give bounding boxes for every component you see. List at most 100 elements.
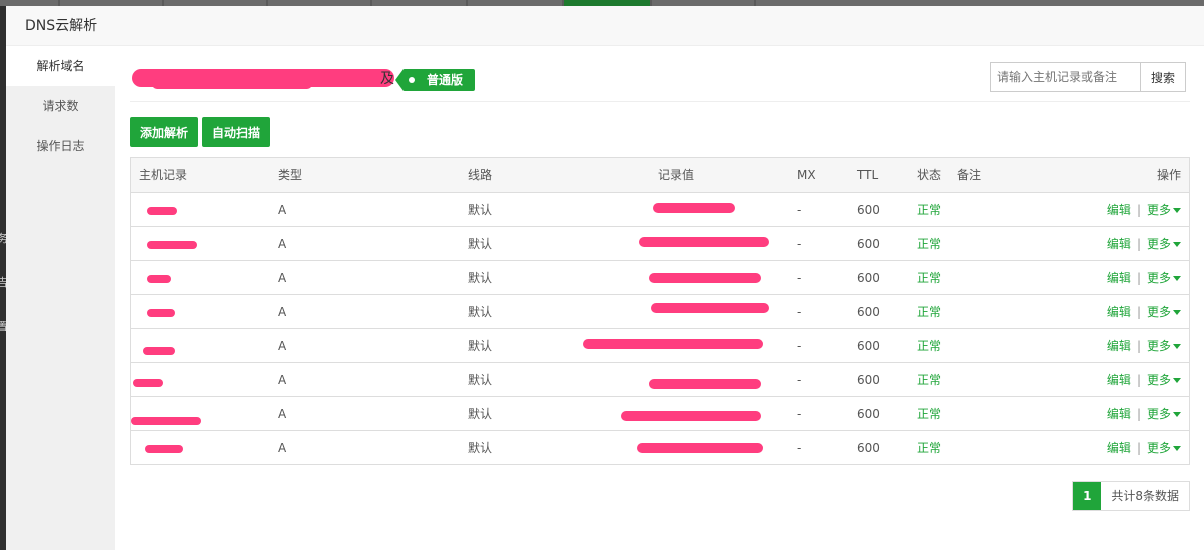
search-button[interactable]: 搜索 (1140, 62, 1186, 92)
header-line: 线路 (468, 168, 493, 182)
edit-link[interactable]: 编辑 (1107, 305, 1131, 319)
caret-down-icon (1173, 446, 1181, 451)
record-type: A (278, 373, 287, 387)
domain-name-redacted: 及 (132, 65, 402, 93)
edit-link[interactable]: 编辑 (1107, 339, 1131, 353)
record-ttl: 600 (857, 373, 880, 387)
more-dropdown[interactable]: 更多 (1147, 339, 1181, 353)
record-type: A (278, 407, 287, 421)
record-line: 默认 (468, 271, 493, 285)
record-mx: - (797, 373, 802, 387)
value-redacted (649, 261, 781, 295)
header-host: 主机记录 (139, 168, 188, 182)
record-mx: - (797, 203, 802, 217)
edit-link[interactable]: 编辑 (1107, 441, 1131, 455)
more-dropdown[interactable]: 更多 (1147, 203, 1181, 217)
value-redacted (649, 363, 781, 397)
table-row: A 默认 - 600 正常 编辑 | 更多 (131, 396, 1189, 430)
record-mx: - (797, 407, 802, 421)
value-redacted (651, 193, 781, 227)
table-row: A 默认 - 600 正常 编辑 | 更多 (131, 226, 1189, 260)
record-status: 正常 (917, 271, 942, 285)
record-status: 正常 (917, 441, 942, 455)
action-separator: | (1136, 339, 1141, 353)
record-status: 正常 (917, 203, 942, 217)
auto-scan-button[interactable]: 自动扫描 (202, 117, 271, 147)
header-mx: MX (797, 168, 816, 182)
record-type: A (278, 203, 287, 217)
record-actions: 编辑 | 更多 (1107, 227, 1181, 261)
sidebar: 解析域名 请求数 操作日志 (6, 46, 115, 550)
caret-down-icon (1173, 310, 1181, 315)
edit-link[interactable]: 编辑 (1107, 271, 1131, 285)
action-separator: | (1136, 373, 1141, 387)
record-actions: 编辑 | 更多 (1107, 329, 1181, 363)
more-dropdown[interactable]: 更多 (1147, 237, 1181, 251)
record-mx: - (797, 305, 802, 319)
record-mx: - (797, 441, 802, 455)
value-redacted (621, 397, 781, 431)
action-separator: | (1136, 237, 1141, 251)
more-dropdown[interactable]: 更多 (1147, 441, 1181, 455)
edit-link[interactable]: 编辑 (1107, 407, 1131, 421)
record-actions: 编辑 | 更多 (1107, 431, 1181, 465)
host-redacted (139, 295, 219, 329)
more-dropdown[interactable]: 更多 (1147, 305, 1181, 319)
record-ttl: 600 (857, 339, 880, 353)
more-dropdown[interactable]: 更多 (1147, 373, 1181, 387)
edit-link[interactable]: 编辑 (1107, 237, 1131, 251)
record-status: 正常 (917, 237, 942, 251)
value-redacted (639, 227, 781, 261)
table-row: A 默认 - 600 正常 编辑 | 更多 (131, 294, 1189, 328)
record-status: 正常 (917, 339, 942, 353)
table-row: A 默认 - 600 正常 编辑 | 更多 (131, 260, 1189, 294)
main-panel: 及 普通版 搜索 添加解析 自动扫描 主机记录 类型 线路 记录值 MX TTL… (130, 46, 1190, 550)
more-label: 更多 (1146, 271, 1171, 285)
host-redacted (133, 363, 219, 397)
record-status: 正常 (917, 373, 942, 387)
more-label: 更多 (1146, 237, 1171, 251)
record-type: A (278, 237, 287, 251)
record-type: A (278, 305, 287, 319)
domain-header: 及 普通版 搜索 (130, 62, 1190, 102)
plan-tag: 普通版 (394, 69, 476, 91)
host-redacted (139, 193, 219, 227)
record-line: 默认 (468, 441, 493, 455)
add-record-button[interactable]: 添加解析 (130, 117, 199, 147)
header-status: 状态 (917, 168, 942, 182)
host-redacted (139, 431, 219, 465)
sidebar-item-requests[interactable]: 请求数 (6, 86, 115, 126)
caret-down-icon (1173, 242, 1181, 247)
edit-link[interactable]: 编辑 (1107, 373, 1131, 387)
page-total: 共计8条数据 (1101, 482, 1189, 510)
header-note: 备注 (957, 168, 982, 182)
record-ttl: 600 (857, 407, 880, 421)
more-label: 更多 (1146, 407, 1171, 421)
record-line: 默认 (468, 373, 493, 387)
record-ttl: 600 (857, 203, 880, 217)
edit-link[interactable]: 编辑 (1107, 203, 1131, 217)
table-row: A 默认 - 600 正常 编辑 | 更多 (131, 362, 1189, 396)
more-dropdown[interactable]: 更多 (1147, 271, 1181, 285)
record-mx: - (797, 271, 802, 285)
record-mx: - (797, 237, 802, 251)
domain-suffix: 及 (380, 71, 394, 87)
record-ttl: 600 (857, 305, 880, 319)
record-actions: 编辑 | 更多 (1107, 397, 1181, 431)
action-separator: | (1136, 407, 1141, 421)
header-value: 记录值 (658, 168, 695, 182)
record-actions: 编辑 | 更多 (1107, 261, 1181, 295)
sidebar-item-domains[interactable]: 解析域名 (6, 46, 115, 86)
record-line: 默认 (468, 237, 493, 251)
caret-down-icon (1173, 344, 1181, 349)
sidebar-item-logs[interactable]: 操作日志 (6, 126, 115, 166)
action-separator: | (1136, 305, 1141, 319)
page-current[interactable]: 1 (1073, 482, 1102, 510)
search-input[interactable] (990, 62, 1140, 92)
dns-dialog: DNS云解析 解析域名 请求数 操作日志 及 普通版 搜索 添加解析 自动扫描 … (6, 6, 1204, 550)
caret-down-icon (1173, 412, 1181, 417)
record-actions: 编辑 | 更多 (1107, 193, 1181, 227)
header-ops: 操作 (1156, 168, 1181, 182)
more-dropdown[interactable]: 更多 (1147, 407, 1181, 421)
record-line: 默认 (468, 407, 493, 421)
